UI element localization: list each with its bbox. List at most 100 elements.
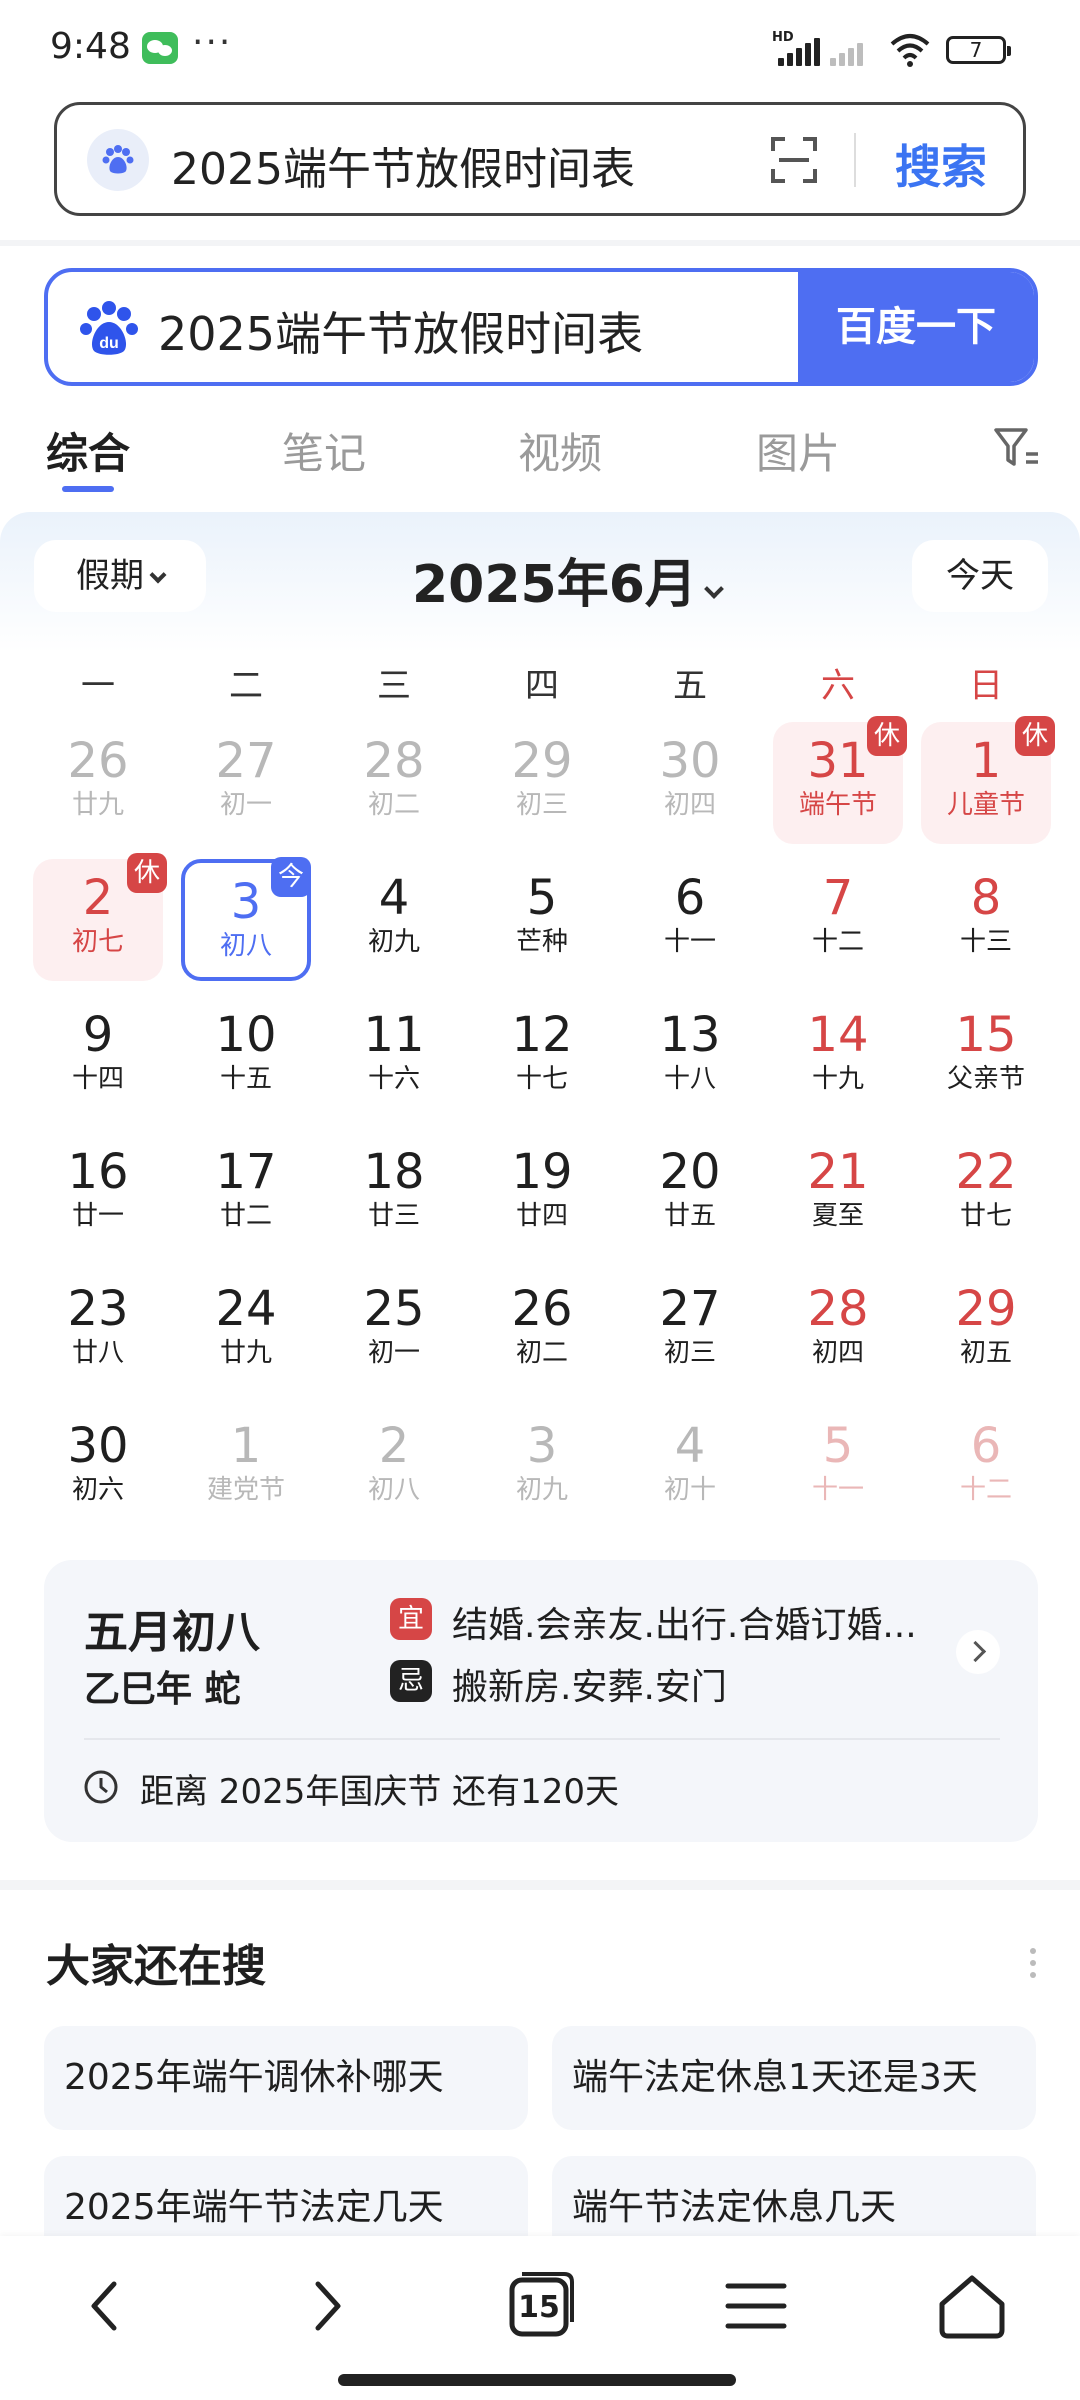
calendar-day[interactable]: 20 廿五: [625, 1133, 755, 1255]
calendar-day[interactable]: 28 初四: [773, 1270, 903, 1392]
calendar-day[interactable]: 4 初十: [625, 1407, 755, 1529]
chevron-right-icon[interactable]: [956, 1630, 1000, 1674]
lunar-label: 十一: [811, 1475, 864, 1505]
lunar-label: 十六: [367, 1064, 420, 1094]
calendar-day[interactable]: 15 父亲节: [921, 996, 1051, 1118]
calendar-day[interactable]: 31 端午节休: [773, 716, 907, 844]
baidu-search-input[interactable]: 2025端午节放假时间表: [158, 298, 643, 364]
month-selector[interactable]: 2025年6月: [412, 542, 724, 617]
calendar-day[interactable]: 19 廿四: [477, 1133, 607, 1255]
calendar-day[interactable]: 28 初二: [329, 722, 459, 844]
lunar-label: 初二: [367, 790, 420, 820]
more-options-icon[interactable]: [1030, 1948, 1038, 1984]
calendar-day[interactable]: 5 十一: [773, 1407, 903, 1529]
weekday-header: 四: [525, 666, 559, 706]
calendar-day[interactable]: 25 初一: [329, 1270, 459, 1392]
holiday-selector[interactable]: 假期: [34, 540, 206, 612]
calendar-day[interactable]: 27 初三: [625, 1270, 755, 1392]
calendar-day[interactable]: 5 芒种: [477, 859, 607, 981]
almanac-panel[interactable]: 五月初八 乙巳年 蛇 宜 结婚.会亲友.出行.合婚订婚... 忌 搬新房.安葬.…: [44, 1560, 1038, 1842]
browser-search-query[interactable]: 2025端午节放假时间表: [171, 133, 635, 197]
calendar-day[interactable]: 10 十五: [181, 996, 311, 1118]
calendar-day[interactable]: 22 廿七: [921, 1133, 1051, 1255]
result-tabs: 综合 笔记 视频 图片: [0, 410, 1080, 500]
forward-icon[interactable]: [284, 2266, 364, 2346]
lunar-label: 初四: [663, 790, 716, 820]
tab-videos[interactable]: 视频: [518, 420, 602, 481]
calendar-day[interactable]: 6 十二: [921, 1407, 1051, 1529]
gesture-home-bar[interactable]: [338, 2374, 736, 2386]
browser-search-bar[interactable]: 2025端午节放假时间表 搜索: [54, 102, 1026, 216]
calendar-day[interactable]: 17 廿二: [181, 1133, 311, 1255]
baidu-search-box[interactable]: du 2025端午节放假时间表 百度一下: [44, 268, 1038, 386]
back-icon[interactable]: [68, 2266, 148, 2346]
calendar-day[interactable]: 14 十九: [773, 996, 903, 1118]
active-tab-indicator: [62, 486, 114, 492]
yi-badge: 宜: [390, 1598, 432, 1640]
calendar-day[interactable]: 24 廿九: [181, 1270, 311, 1392]
day-number: 22: [955, 1144, 1017, 1200]
calendar-day[interactable]: 8 十三: [921, 859, 1051, 981]
suggestion-item[interactable]: 端午法定休息1天还是3天: [552, 2026, 1036, 2130]
day-number: 26: [67, 733, 129, 789]
calendar-day[interactable]: 7 十二: [773, 859, 903, 981]
today-button[interactable]: 今天: [912, 540, 1048, 612]
calendar-day[interactable]: 12 十七: [477, 996, 607, 1118]
day-number: 16: [67, 1144, 129, 1200]
calendar-day[interactable]: 29 初五: [921, 1270, 1051, 1392]
baidu-logo-icon: du: [80, 301, 138, 355]
panel-divider: [84, 1738, 1000, 1740]
calendar-day[interactable]: 1 建党节: [181, 1407, 311, 1529]
lunar-label: 十二: [811, 927, 864, 957]
wechat-notification-icon: [142, 32, 178, 64]
day-number: 15: [955, 1007, 1017, 1063]
day-number: 30: [659, 733, 721, 789]
calendar-day[interactable]: 2 初七休: [33, 853, 167, 981]
ji-badge: 忌: [390, 1660, 432, 1702]
calendar-day[interactable]: 3 初九: [477, 1407, 607, 1529]
calendar-day[interactable]: 29 初三: [477, 722, 607, 844]
bottom-navigation: 15: [0, 2236, 1080, 2400]
calendar-day[interactable]: 6 十一: [625, 859, 755, 981]
menu-icon[interactable]: [716, 2266, 796, 2346]
lunar-label: 初九: [367, 927, 420, 957]
calendar-day[interactable]: 27 初一: [181, 722, 311, 844]
calendar-day[interactable]: 30 初四: [625, 722, 755, 844]
lunar-label: 初九: [515, 1475, 568, 1505]
calendar-day[interactable]: 2 初八: [329, 1407, 459, 1529]
calendar-day[interactable]: 3 初八今: [181, 857, 311, 981]
calendar-day[interactable]: 1 儿童节休: [921, 716, 1055, 844]
lunar-label: 廿一: [71, 1201, 124, 1231]
lunar-label: 廿九: [219, 1338, 272, 1368]
day-number: 20: [659, 1144, 721, 1200]
day-number: 6: [970, 1418, 1002, 1474]
filter-icon[interactable]: [992, 424, 1042, 474]
tab-comprehensive[interactable]: 综合: [46, 420, 130, 481]
scan-icon[interactable]: [769, 135, 819, 185]
calendar-day[interactable]: 13 十八: [625, 996, 755, 1118]
tabs-button[interactable]: 15: [500, 2266, 580, 2346]
day-number: 4: [378, 870, 410, 926]
calendar-day[interactable]: 11 十六: [329, 996, 459, 1118]
search-button[interactable]: 搜索: [895, 131, 987, 197]
calendar-day[interactable]: 4 初九: [329, 859, 459, 981]
calendar-day[interactable]: 26 初二: [477, 1270, 607, 1392]
calendar-day[interactable]: 16 廿一: [33, 1133, 163, 1255]
calendar-day[interactable]: 26 廿九: [33, 722, 163, 844]
calendar-day[interactable]: 18 廿三: [329, 1133, 459, 1255]
calendar-day[interactable]: 23 廿八: [33, 1270, 163, 1392]
ganzhi-year: 乙巳年 蛇: [84, 1668, 241, 1710]
calendar-day[interactable]: 30 初六: [33, 1407, 163, 1529]
home-icon[interactable]: [932, 2266, 1012, 2346]
chevron-down-icon: [149, 566, 167, 584]
calendar-day[interactable]: 21 夏至: [773, 1133, 903, 1255]
tab-images[interactable]: 图片: [756, 420, 840, 481]
chevron-down-icon: [704, 579, 724, 599]
baidu-search-button[interactable]: 百度一下: [798, 272, 1034, 382]
calendar-day[interactable]: 9 十四: [33, 996, 163, 1118]
lunar-label: 初五: [959, 1338, 1012, 1368]
day-number: 10: [215, 1007, 277, 1063]
lunar-label: 十一: [663, 927, 716, 957]
suggestion-item[interactable]: 2025年端午调休补哪天: [44, 2026, 528, 2130]
tab-notes[interactable]: 笔记: [282, 420, 366, 481]
